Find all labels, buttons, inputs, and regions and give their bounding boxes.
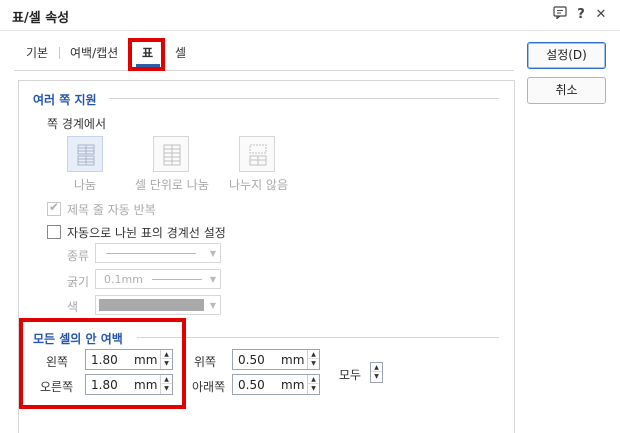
chevron-down-icon: ▼: [209, 275, 216, 284]
margin-bottom-value: 0.50: [238, 378, 265, 392]
unit-label: mm: [281, 378, 305, 392]
cancel-button[interactable]: 취소: [527, 77, 606, 104]
tab-separator: [59, 47, 60, 59]
checkmark-icon: ✔: [49, 200, 60, 214]
section-divider: [137, 337, 499, 338]
margin-top-input[interactable]: 0.50 mm ▲ ▼: [232, 349, 320, 370]
margin-all-label: 모두: [339, 368, 362, 382]
split-table-icon[interactable]: [67, 136, 103, 172]
arrow-up-icon[interactable]: ▲: [308, 375, 319, 384]
no-split-icon[interactable]: [239, 136, 275, 172]
chevron-down-icon: ▼: [209, 301, 216, 310]
margin-bottom-label: 아래쪽: [192, 380, 226, 394]
split-by-cell-icon[interactable]: [153, 136, 189, 172]
border-color-select[interactable]: ▼: [95, 295, 221, 315]
ok-button[interactable]: 설정(D): [527, 42, 606, 69]
help-button[interactable]: ?: [572, 6, 590, 24]
border-type-select[interactable]: ▼: [95, 243, 221, 263]
highlight-box-margins: [19, 318, 186, 409]
border-thickness-select[interactable]: 0.1mm ▼: [95, 269, 221, 289]
tab-margin-caption[interactable]: 여백/캡션: [70, 44, 118, 61]
arrow-down-icon[interactable]: ▼: [308, 384, 319, 393]
color-swatch: [99, 299, 204, 311]
arrow-up-icon[interactable]: ▲: [308, 350, 319, 359]
border-thickness-label: 굵기: [67, 275, 90, 289]
dialog-title: 표/셀 속성: [12, 11, 70, 26]
thickness-preview: [152, 279, 202, 280]
close-button[interactable]: ✕: [592, 6, 610, 24]
repeat-title-checkbox[interactable]: ✔: [47, 200, 61, 216]
spin-arrows: ▲ ▼: [307, 350, 319, 369]
tab-cell[interactable]: 셀: [175, 44, 186, 61]
margin-top-value: 0.50: [238, 353, 265, 367]
option-no-split-label: 나누지 않음: [229, 178, 289, 192]
arrow-up-icon[interactable]: ▲: [371, 363, 382, 372]
arrow-down-icon[interactable]: ▼: [371, 372, 382, 381]
margin-bottom-input[interactable]: 0.50 mm ▲ ▼: [232, 374, 320, 395]
auto-border-checkbox[interactable]: [47, 225, 61, 239]
section-divider: [109, 98, 499, 99]
border-color-label: 색: [67, 300, 79, 314]
spin-arrows: ▲ ▼: [307, 375, 319, 394]
multipage-section-title: 여러 쪽 지원: [33, 93, 97, 107]
auto-border-label: 자동으로 나뉜 표의 경계선 설정: [67, 226, 226, 240]
arrow-down-icon[interactable]: ▼: [308, 359, 319, 368]
line-style-preview: [106, 253, 196, 254]
margin-all-spinner[interactable]: ▲ ▼: [370, 362, 383, 383]
repeat-title-label: 제목 줄 자동 반복: [67, 203, 156, 217]
tab-basic[interactable]: 기본: [26, 44, 48, 61]
highlight-box-tab: [128, 38, 165, 71]
option-split-label: 나눔: [74, 178, 97, 192]
comment-icon[interactable]: [551, 6, 569, 24]
title-bar: 표/셀 속성 ? ✕: [0, 0, 620, 31]
margin-top-label: 위쪽: [194, 355, 217, 369]
page-boundary-label: 쪽 경계에서: [47, 117, 107, 131]
border-thickness-value: 0.1mm: [104, 273, 143, 286]
tab-divider: [14, 70, 514, 71]
option-split-by-cell-label: 셀 단위로 나눔: [135, 178, 209, 192]
chevron-down-icon: ▼: [209, 249, 216, 258]
unit-label: mm: [281, 353, 305, 367]
border-type-label: 종류: [67, 249, 90, 263]
